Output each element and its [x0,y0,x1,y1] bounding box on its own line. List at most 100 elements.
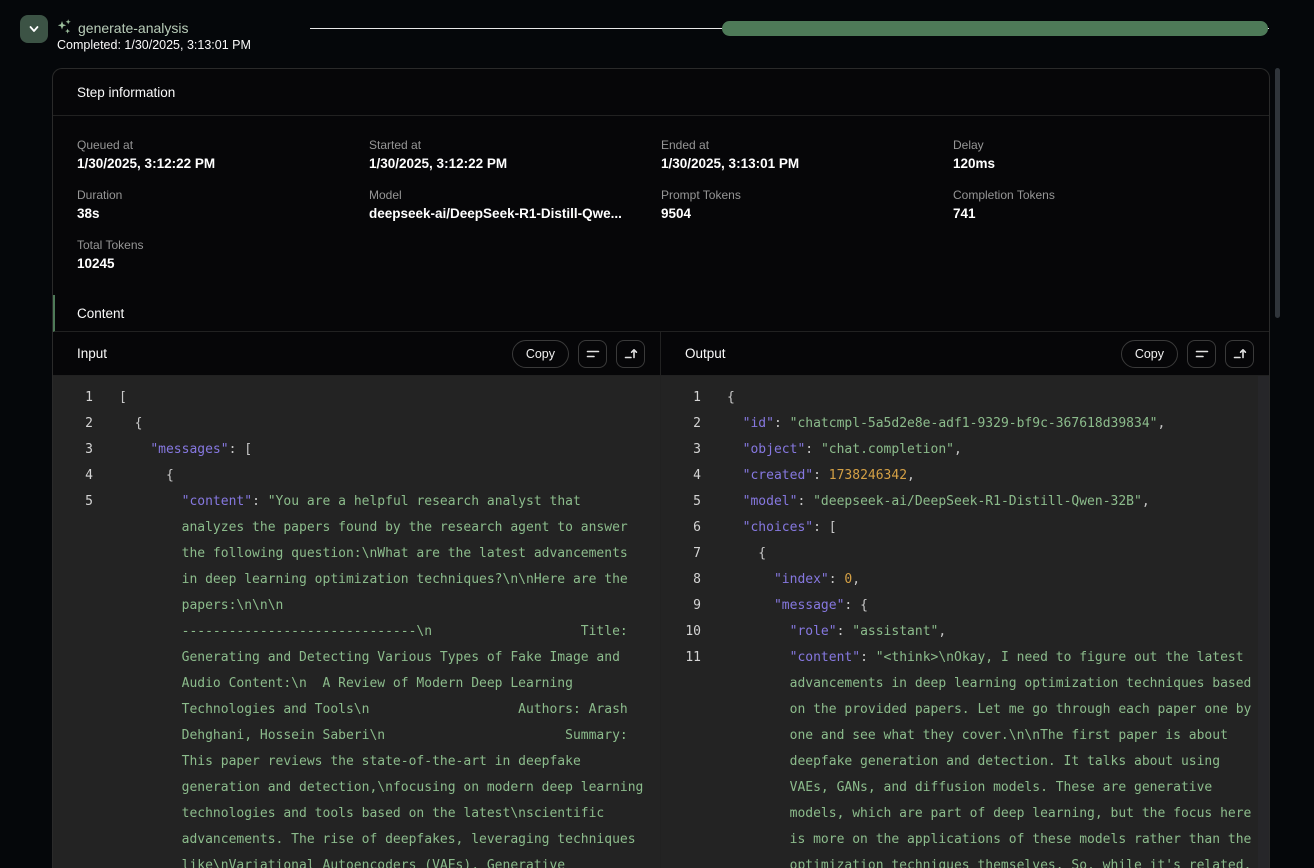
input-panel-title: Input [77,346,512,361]
field-queued-at: Queued at 1/30/2025, 3:12:22 PM [77,138,369,171]
code-line: models, which are part of deep learning,… [661,801,1257,827]
step-title: generate-analysis [78,20,189,36]
timeline-step-bar[interactable] [722,21,1268,36]
output-scrollbar-track[interactable] [1258,376,1269,868]
field-value: 1/30/2025, 3:12:22 PM [77,156,369,171]
step-detail-panel: Step information Queued at 1/30/2025, 3:… [52,68,1270,868]
field-ended-at: Ended at 1/30/2025, 3:13:01 PM [661,138,953,171]
line-number [53,827,93,853]
code-line: on the provided papers. Let me go throug… [661,697,1257,723]
line-number [53,645,93,671]
field-delay: Delay 120ms [953,138,1245,171]
code-line: Technologies and Tools\n Authors: Arash [53,697,648,723]
code-line: 3 "object": "chat.completion", [661,437,1257,463]
code-line: 5 "content": "You are a helpful research… [53,489,648,515]
field-completion-tokens: Completion Tokens 741 [953,188,1245,221]
code-line: VAEs, GANs, and diffusion models. These … [661,775,1257,801]
code-line: 4 "created": 1738246342, [661,463,1257,489]
output-wrap-button[interactable] [1187,340,1216,368]
code-line: 10 "role": "assistant", [661,619,1257,645]
field-label: Queued at [77,138,369,152]
code-line: Audio Content:\n A Review of Modern Deep… [53,671,648,697]
line-number [661,801,701,827]
code-line: 1[ [53,385,648,411]
output-expand-button[interactable] [1225,340,1254,368]
line-number: 2 [53,411,93,437]
output-json-code: 1{2 "id": "chatcmpl-5a5d2e8e-adf1-9329-b… [661,385,1257,868]
code-line: Generating and Detecting Various Types o… [53,645,648,671]
line-number: 9 [661,593,701,619]
code-line: like\nVariational Autoencoders (VAEs), G… [53,853,648,868]
input-copy-button[interactable]: Copy [512,340,569,368]
line-number [661,697,701,723]
code-line: analyzes the papers found by the researc… [53,515,648,541]
line-number [661,853,701,868]
line-number: 3 [53,437,93,463]
step-information-title: Step information [77,85,175,100]
line-number [53,853,93,868]
field-label: Completion Tokens [953,188,1245,202]
line-number: 6 [661,515,701,541]
line-number: 4 [661,463,701,489]
line-number [53,515,93,541]
field-label: Duration [77,188,369,202]
code-line: 2 "id": "chatcmpl-5a5d2e8e-adf1-9329-bf9… [661,411,1257,437]
page-scrollbar-thumb[interactable] [1275,68,1280,318]
code-line: the following question:\nWhat are the la… [53,541,648,567]
field-label: Ended at [661,138,953,152]
input-wrap-button[interactable] [578,340,607,368]
line-number [53,619,93,645]
line-number: 5 [53,489,93,515]
code-line: in deep learning optimization techniques… [53,567,648,593]
code-line: deepfake generation and detection. It ta… [661,749,1257,775]
code-line: optimization techniques themselves. So, … [661,853,1257,868]
field-label: Delay [953,138,1245,152]
code-line: is more on the applications of these mod… [661,827,1257,853]
content-section-title: Content [77,306,124,321]
field-value: 1/30/2025, 3:12:22 PM [369,156,661,171]
output-code-editor[interactable]: 1{2 "id": "chatcmpl-5a5d2e8e-adf1-9329-b… [661,376,1269,868]
code-line: 5 "model": "deepseek-ai/DeepSeek-R1-Dist… [661,489,1257,515]
code-line: 1{ [661,385,1257,411]
output-panel-header: Output Copy [661,332,1269,376]
code-line: 7 { [661,541,1257,567]
field-model: Model deepseek-ai/DeepSeek-R1-Distill-Qw… [369,188,661,221]
line-number [53,567,93,593]
step-information-header: Step information [53,69,1269,116]
field-value: deepseek-ai/DeepSeek-R1-Distill-Qwe... [369,206,661,221]
line-number: 2 [661,411,701,437]
line-number: 5 [661,489,701,515]
step-status: Completed: 1/30/2025, 3:13:01 PM [57,38,251,52]
code-line: advancements in deep learning optimizati… [661,671,1257,697]
line-number: 11 [661,645,701,671]
line-number [53,671,93,697]
field-value: 741 [953,206,1245,221]
line-number [661,723,701,749]
input-code-editor[interactable]: 1[2 {3 "messages": [4 {5 "content": "You… [53,376,660,868]
chevron-down-icon [27,22,41,36]
code-line: 11 "content": "<think>\nOkay, I need to … [661,645,1257,671]
line-number [661,671,701,697]
code-line: advancements. The rise of deepfakes, lev… [53,827,648,853]
field-started-at: Started at 1/30/2025, 3:12:22 PM [369,138,661,171]
field-value: 38s [77,206,369,221]
line-number: 1 [53,385,93,411]
content-section-header: Content [53,295,1269,332]
input-panel: Input Copy 1[2 {3 "messages": [4 {5 "con… [53,332,661,868]
wrap-lines-icon [585,346,601,362]
step-information-fields: Queued at 1/30/2025, 3:12:22 PM Started … [53,116,1269,295]
line-number [53,697,93,723]
line-number: 4 [53,463,93,489]
code-line: ------------------------------\n Title: [53,619,648,645]
input-json-code: 1[2 {3 "messages": [4 {5 "content": "You… [53,385,648,868]
field-value: 10245 [77,256,369,271]
input-expand-button[interactable] [616,340,645,368]
field-value: 9504 [661,206,953,221]
line-number [661,749,701,775]
code-line: 3 "messages": [ [53,437,648,463]
input-panel-header: Input Copy [53,332,660,376]
input-output-split: Input Copy 1[2 {3 "messages": [4 {5 "con… [53,332,1269,868]
output-copy-button[interactable]: Copy [1121,340,1178,368]
collapse-step-button[interactable] [20,15,48,43]
line-number [53,749,93,775]
